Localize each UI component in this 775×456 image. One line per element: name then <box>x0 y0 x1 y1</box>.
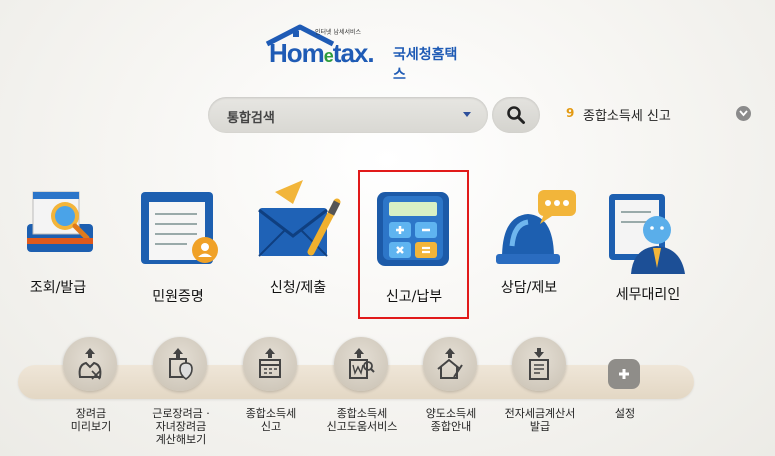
incentive-preview-icon <box>78 348 102 380</box>
tax-agent-person-icon <box>609 194 685 274</box>
quick-label: 종합소득세 신고 <box>245 407 297 433</box>
menu-label: 조회/발급 <box>29 280 87 296</box>
plus-icon <box>619 369 629 379</box>
dropdown-arrow-icon <box>463 112 471 117</box>
won-document-search-icon <box>349 348 375 379</box>
certificate-document-icon <box>141 192 218 264</box>
menu-tax-agent[interactable]: 세무대리인 <box>593 180 703 310</box>
quick-icon-circle <box>153 337 207 391</box>
envelope-pen-icon <box>258 180 341 257</box>
menu-lookup-issue[interactable]: 조회/발급 <box>3 180 113 310</box>
selected-menu-highlight <box>358 170 469 319</box>
quick-icon-circle <box>243 337 297 391</box>
quick-income-tax-help[interactable]: 종합소득세 신고도움서비스 <box>317 337 407 437</box>
logo-subtitle: 인터넷 납세서비스 <box>315 29 362 36</box>
house-pen-icon <box>437 348 463 379</box>
menu-label: 민원증명 <box>152 289 204 305</box>
quick-label: 전자세금계산서 발급 <box>504 407 576 433</box>
lookup-document-magnifier-icon <box>27 191 93 252</box>
popular-rank-number: 9 <box>566 106 575 120</box>
popular-list-toggle[interactable] <box>736 106 751 121</box>
search-button[interactable] <box>492 97 540 133</box>
settings-plus-button <box>608 359 640 389</box>
quick-label: 설정 <box>614 407 636 420</box>
quick-icon-circle <box>334 337 388 391</box>
menu-apply-submit[interactable]: 신청/제출 <box>243 180 353 310</box>
incentive-calculate-icon <box>169 348 193 380</box>
quick-incentive-preview[interactable]: 장려금 미리보기 <box>46 337 136 437</box>
quick-e-tax-invoice[interactable]: 전자세금계산서 발급 <box>495 337 585 437</box>
menu-label: 상담/제보 <box>500 280 558 296</box>
siren-speech-bubble-icon <box>496 190 576 264</box>
menu-label: 세무대리인 <box>615 287 681 303</box>
menu-civil-certificate[interactable]: 민원증명 <box>123 180 233 310</box>
menu-consult-report[interactable]: 상담/제보 <box>474 180 584 310</box>
search-category-value: 통합검색 <box>227 111 275 126</box>
search-category-select[interactable]: 통합검색 <box>208 97 488 133</box>
popular-search-term[interactable]: 종합소득세 신고 <box>583 105 671 124</box>
hometax-logo[interactable]: 인터넷 납세서비스 Hometax. 국세청홈택스 <box>265 24 465 83</box>
quick-transfer-tax-guide[interactable]: 양도소득세 종합안내 <box>406 337 496 437</box>
chevron-down-icon <box>739 110 748 117</box>
quick-incentive-calculate[interactable]: 근로장려금 · 자녀장려금 계산해보기 <box>136 337 226 446</box>
quick-label: 양도소득세 종합안내 <box>425 407 477 433</box>
quick-label: 장려금 미리보기 <box>70 407 112 433</box>
quick-label: 종합소득세 신고도움서비스 <box>326 407 398 433</box>
logo-brand-e: e <box>323 46 334 66</box>
quick-settings[interactable]: 설정 <box>580 345 670 445</box>
quick-label: 근로장려금 · 자녀장려금 계산해보기 <box>152 407 210 446</box>
tax-invoice-icon <box>529 348 549 380</box>
menu-label: 신청/제출 <box>269 280 327 296</box>
quick-icon-circle <box>63 337 117 391</box>
logo-brand: Hometax. <box>269 38 375 68</box>
quick-icon-circle <box>512 337 566 391</box>
logo-korean: 국세청홈택스 <box>393 47 458 83</box>
calendar-report-icon <box>259 348 281 378</box>
quick-income-tax-report[interactable]: 종합소득세 신고 <box>226 337 316 437</box>
search-icon <box>507 106 525 124</box>
quick-icon-circle <box>423 337 477 391</box>
